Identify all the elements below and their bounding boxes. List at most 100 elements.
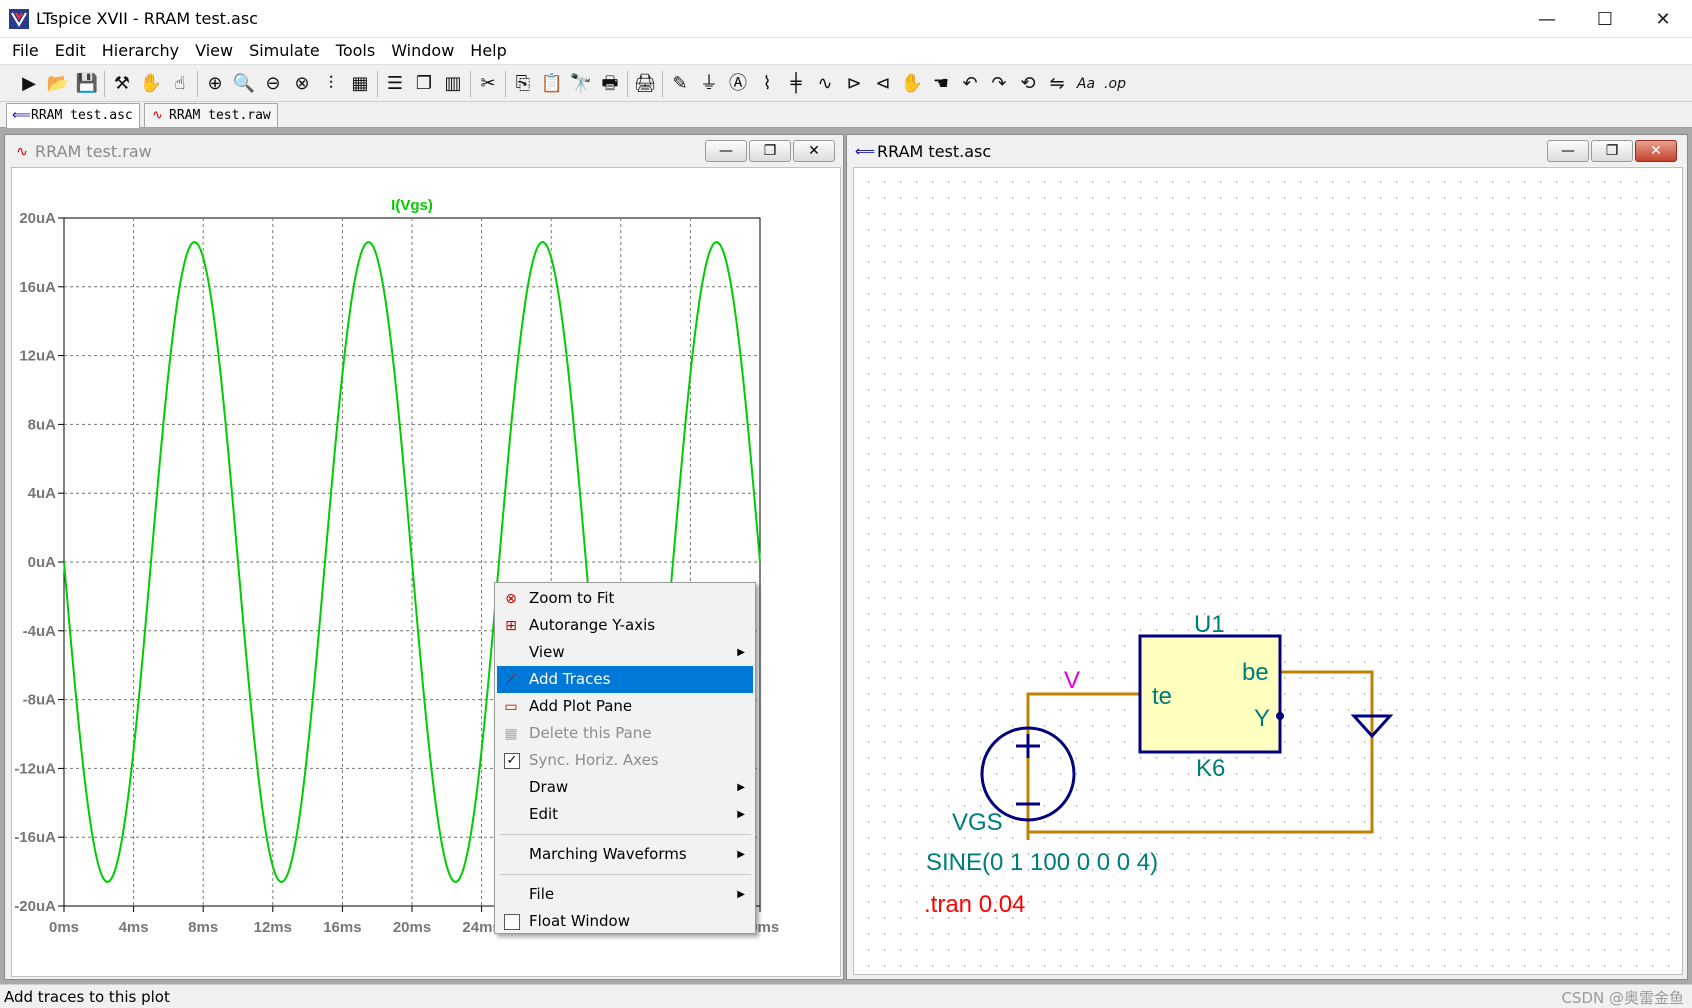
waveform-restore-button[interactable]: ❐ — [749, 140, 791, 162]
menu-file[interactable]: File — [4, 38, 47, 64]
save-icon[interactable]: 💾 — [74, 71, 100, 97]
spice-directive[interactable]: .tran 0.04 — [924, 891, 1025, 918]
schematic-drawing[interactable]: U1 K6 te be Y V VGS SINE(0 1 100 0 0 0 4… — [854, 168, 1683, 975]
print-icon[interactable]: 🖶 — [597, 71, 623, 97]
ctx-item-marching-waveforms[interactable]: Marching Waveforms ▶ — [497, 841, 753, 868]
grid-icon[interactable]: ▦ — [347, 71, 373, 97]
tab-rram-test-raw[interactable]: ∿ RRAM test.raw — [144, 103, 278, 127]
add-traces-icon: ⟋ — [506, 672, 516, 688]
menu-tools[interactable]: Tools — [328, 38, 383, 64]
watermark: CSDN @奥雷金鱼 — [1561, 989, 1684, 1007]
ltspice-app: LTspice XVII - RRAM test.asc — ☐ ✕ File … — [0, 0, 1692, 1008]
wire-icon[interactable]: ✎ — [667, 71, 693, 97]
waveform-icon: ∿ — [152, 108, 163, 123]
menu-view[interactable]: View — [187, 38, 241, 64]
inductor-icon[interactable]: ∿ — [812, 71, 838, 97]
ctx-item-edit[interactable]: Edit ▶ — [497, 801, 753, 828]
menu-help[interactable]: Help — [462, 38, 514, 64]
capacitor-icon[interactable]: ╪ — [783, 71, 809, 97]
waveform-minimize-button[interactable]: — — [705, 140, 747, 162]
component-icon[interactable]: ⊲ — [870, 71, 896, 97]
redo-icon[interactable]: ↷ — [986, 71, 1012, 97]
x-tick-label: 12ms — [254, 919, 292, 936]
rotate-icon[interactable]: ⟲ — [1015, 71, 1041, 97]
ltspice-logo-icon — [9, 9, 29, 29]
y-tick-label: 4uA — [28, 485, 57, 502]
pan-icon[interactable]: ☝ — [167, 71, 193, 97]
move-icon[interactable]: ✋ — [899, 71, 925, 97]
ctx-item-sync-horiz-axes: ✓ Sync. Horiz. Axes — [497, 747, 753, 774]
close-button[interactable]: ✕ — [1634, 0, 1692, 38]
drag-icon[interactable]: ☚ — [928, 71, 954, 97]
run-icon[interactable]: ▶ — [16, 71, 42, 97]
cut-icon[interactable]: ✂ — [475, 71, 501, 97]
print-preview-icon[interactable]: 🖨 — [632, 71, 658, 97]
tile-horizontal-icon[interactable]: ☰ — [382, 71, 408, 97]
menu-window[interactable]: Window — [383, 38, 462, 64]
minimize-button[interactable]: — — [1518, 0, 1576, 38]
mirror-icon[interactable]: ⇋ — [1044, 71, 1070, 97]
waveform-window-title: RRAM test.raw — [35, 142, 152, 161]
source-name-vgs[interactable]: VGS — [952, 809, 1003, 836]
copy-icon[interactable]: ⎘ — [510, 71, 536, 97]
spice-directive-icon[interactable]: .op — [1102, 71, 1128, 97]
toolbar-separator — [104, 71, 105, 97]
find-icon[interactable]: 🔭 — [568, 71, 594, 97]
document-tabs: ⟸ RRAM test.asc ∿ RRAM test.raw — [0, 102, 1692, 128]
diode-icon[interactable]: ⊳ — [841, 71, 867, 97]
component-ref-u1[interactable]: U1 — [1194, 611, 1225, 638]
paste-icon[interactable]: 📋 — [539, 71, 565, 97]
menu-simulate[interactable]: Simulate — [241, 38, 328, 64]
open-icon[interactable]: 📂 — [45, 71, 71, 97]
schematic-minimize-button[interactable]: — — [1547, 140, 1589, 162]
toolbar-separator — [662, 71, 663, 97]
ctx-item-add-plot-pane[interactable]: ▭ Add Plot Pane — [497, 693, 753, 720]
x-tick-label: 16ms — [323, 919, 361, 936]
ctx-item-draw[interactable]: Draw ▶ — [497, 774, 753, 801]
undo-icon[interactable]: ↶ — [957, 71, 983, 97]
zoom-in-icon[interactable]: ⊕ — [202, 71, 228, 97]
ctx-item-label: Sync. Horiz. Axes — [529, 751, 659, 769]
schematic-window-titlebar[interactable]: ⟸ RRAM test.asc — ❐ ✕ — [847, 135, 1687, 167]
schematic-canvas[interactable]: U1 K6 te be Y V VGS SINE(0 1 100 0 0 0 4… — [853, 167, 1683, 975]
ctx-item-autorange-y-axis[interactable]: ⊞ Autorange Y-axis — [497, 612, 753, 639]
tile-vertical-icon[interactable]: ▥ — [440, 71, 466, 97]
component-value-k6[interactable]: K6 — [1196, 755, 1225, 782]
y-tick-label: -16uA — [14, 829, 56, 846]
ctx-item-file[interactable]: File ▶ — [497, 881, 753, 908]
submenu-arrow-icon: ▶ — [737, 782, 745, 793]
schematic-close-button[interactable]: ✕ — [1635, 140, 1677, 162]
ctx-item-label: Add Plot Pane — [529, 697, 633, 715]
cascade-icon[interactable]: ❐ — [411, 71, 437, 97]
ground-icon[interactable]: ⏚ — [696, 71, 722, 97]
schematic-restore-button[interactable]: ❐ — [1591, 140, 1633, 162]
window-title: LTspice XVII - RRAM test.asc — [36, 9, 258, 28]
label-icon[interactable]: Ⓐ — [725, 71, 751, 97]
text-icon[interactable]: Aa — [1073, 71, 1099, 97]
waveform-icon: ∿ — [16, 144, 28, 160]
source-value[interactable]: SINE(0 1 100 0 0 0 4) — [926, 849, 1158, 876]
waveform-window-titlebar[interactable]: ∿ RRAM test.raw — ❐ ✕ — [5, 135, 843, 167]
control-panel-icon[interactable]: ⚒ — [109, 71, 135, 97]
ctx-item-float-window[interactable]: Float Window — [497, 908, 753, 935]
zoom-out-icon[interactable]: ⊖ — [260, 71, 286, 97]
zoom-region-icon[interactable]: 🔍 — [231, 71, 257, 97]
ctx-item-view[interactable]: View ▶ — [497, 639, 753, 666]
menu-edit[interactable]: Edit — [47, 38, 94, 64]
submenu-arrow-icon: ▶ — [737, 889, 745, 900]
tab-rram-test-asc[interactable]: ⟸ RRAM test.asc — [6, 103, 140, 128]
trace-legend-label[interactable]: I(Vgs) — [391, 197, 433, 214]
halt-icon[interactable]: ✋ — [138, 71, 164, 97]
net-label-v[interactable]: V — [1064, 667, 1080, 694]
tab-label: RRAM test.asc — [31, 108, 133, 123]
ctx-item-label: Marching Waveforms — [529, 845, 687, 863]
zoom-fit-icon[interactable]: ⊗ — [289, 71, 315, 97]
schematic-window-title: RRAM test.asc — [877, 142, 992, 161]
menu-hierarchy[interactable]: Hierarchy — [94, 38, 187, 64]
maximize-button[interactable]: ☐ — [1576, 0, 1634, 38]
ctx-item-zoom-to-fit[interactable]: ⊗ Zoom to Fit — [497, 585, 753, 612]
autorange-icon[interactable]: ⫶ — [318, 71, 344, 97]
resistor-icon[interactable]: ⌇ — [754, 71, 780, 97]
ctx-item-add-traces[interactable]: ⟋ Add Traces — [497, 666, 753, 693]
waveform-close-button[interactable]: ✕ — [793, 140, 835, 162]
